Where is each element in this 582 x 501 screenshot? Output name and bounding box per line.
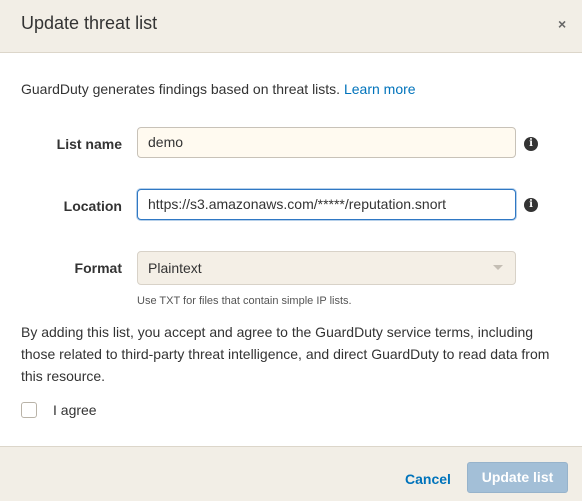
agree-label[interactable]: I agree	[53, 402, 97, 418]
location-label: Location	[63, 198, 122, 214]
location-info-icon[interactable]: i	[524, 198, 538, 212]
list-name-label: List name	[56, 136, 122, 152]
format-label: Format	[74, 260, 122, 276]
format-select[interactable]: Plaintext	[137, 251, 516, 285]
list-name-input[interactable]: demo	[137, 127, 516, 158]
location-input[interactable]: https://s3.amazonaws.com/*****/reputatio…	[137, 189, 516, 220]
dialog-footer: Cancel Update list	[0, 446, 582, 501]
format-selected-value: Plaintext	[148, 260, 202, 276]
intro-text: GuardDuty generates findings based on th…	[21, 81, 416, 97]
terms-text: By adding this list, you accept and agre…	[21, 324, 550, 384]
intro-description: GuardDuty generates findings based on th…	[21, 81, 344, 97]
format-hint: Use TXT for files that contain simple IP…	[137, 295, 352, 307]
learn-more-link[interactable]: Learn more	[344, 81, 416, 97]
dialog-title: Update threat list	[21, 13, 158, 33]
chevron-down-icon	[493, 265, 503, 270]
cancel-button[interactable]: Cancel	[405, 471, 451, 487]
list-name-info-icon[interactable]: i	[524, 137, 538, 151]
dialog-header: Update threat list ×	[0, 0, 582, 53]
close-icon[interactable]: ×	[558, 16, 566, 32]
update-list-button[interactable]: Update list	[467, 462, 568, 493]
agree-checkbox[interactable]	[21, 402, 37, 418]
